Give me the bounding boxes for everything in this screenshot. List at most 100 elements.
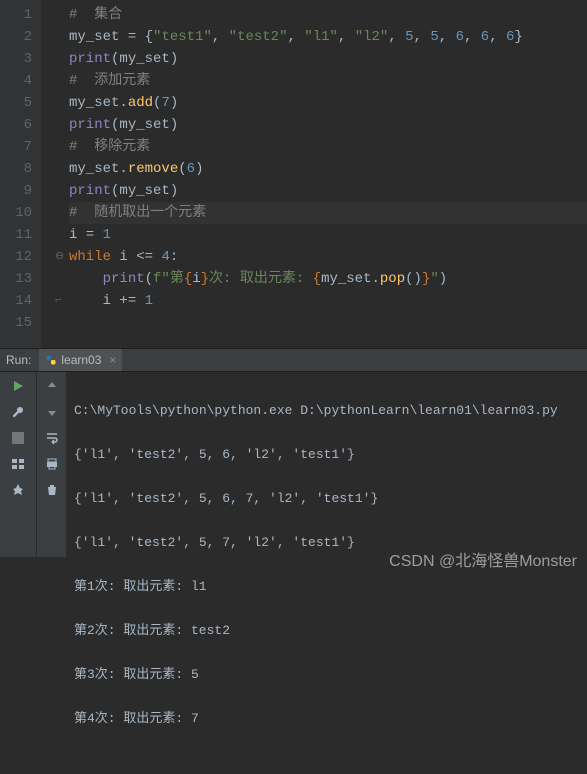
line-number: 2 bbox=[0, 26, 32, 48]
fstring-brace: { bbox=[184, 271, 192, 287]
string: "l1" bbox=[304, 29, 338, 45]
code-line-14[interactable]: ⌐ i += 1 bbox=[69, 290, 587, 312]
line-number: 13 bbox=[0, 268, 32, 290]
fstring-brace: { bbox=[313, 271, 321, 287]
console-line: {'l1', 'test2', 5, 6, 'l2', 'test1'} bbox=[74, 444, 579, 466]
print-icon[interactable] bbox=[44, 456, 60, 472]
paren: ) bbox=[439, 271, 447, 287]
comma: , bbox=[464, 29, 481, 45]
fold-end-icon[interactable]: ⌐ bbox=[55, 290, 62, 312]
paren: ( bbox=[178, 161, 186, 177]
identifier: my_set bbox=[119, 51, 169, 67]
operator: <= bbox=[128, 249, 162, 265]
brace: } bbox=[514, 29, 522, 45]
string: " bbox=[430, 271, 438, 287]
number: 5 bbox=[430, 29, 438, 45]
number: 5 bbox=[405, 29, 413, 45]
string: "test1" bbox=[153, 29, 212, 45]
builtin-func: print bbox=[103, 271, 145, 287]
method: pop bbox=[380, 271, 405, 287]
down-arrow-icon[interactable] bbox=[44, 404, 60, 420]
identifier: my_set bbox=[69, 161, 119, 177]
run-tab[interactable]: learn03 × bbox=[39, 349, 122, 371]
string: "test2" bbox=[229, 29, 288, 45]
identifier: i bbox=[192, 271, 200, 287]
code-line-2[interactable]: my_set = {"test1", "test2", "l1", "l2", … bbox=[69, 26, 587, 48]
code-line-15[interactable] bbox=[69, 312, 587, 334]
console-line: 第1次: 取出元素: l1 bbox=[74, 576, 579, 598]
comment-text: # 添加元素 bbox=[69, 73, 150, 89]
comma: , bbox=[212, 29, 229, 45]
console-line: 第2次: 取出元素: test2 bbox=[74, 620, 579, 642]
identifier: my_set bbox=[69, 29, 119, 45]
stop-icon[interactable] bbox=[10, 430, 26, 446]
number: 6 bbox=[481, 29, 489, 45]
run-left-toolbar-2 bbox=[36, 372, 66, 557]
console-line: {'l1', 'test2', 5, 6, 7, 'l2', 'test1'} bbox=[74, 488, 579, 510]
code-line-9[interactable]: print(my_set) bbox=[69, 180, 587, 202]
code-area[interactable]: # 集合 my_set = {"test1", "test2", "l1", "… bbox=[40, 0, 587, 348]
pin-icon[interactable] bbox=[10, 482, 26, 498]
console-line: 第4次: 取出元素: 7 bbox=[74, 708, 579, 730]
line-number: 11 bbox=[0, 224, 32, 246]
paren: ) bbox=[170, 183, 178, 199]
line-number: 12 bbox=[0, 246, 32, 268]
console-output[interactable]: C:\MyTools\python\python.exe D:\pythonLe… bbox=[66, 372, 587, 557]
code-line-11[interactable]: i = 1 bbox=[69, 224, 587, 246]
method: add bbox=[128, 95, 153, 111]
layout-icon[interactable] bbox=[10, 456, 26, 472]
code-line-1[interactable]: # 集合 bbox=[69, 4, 587, 26]
operator: = bbox=[119, 29, 144, 45]
paren: ) bbox=[170, 51, 178, 67]
trash-icon[interactable] bbox=[44, 482, 60, 498]
paren: ) bbox=[170, 95, 178, 111]
close-tab-icon[interactable]: × bbox=[109, 353, 116, 367]
editor-area: 1 2 3 4 5 6 7 8 9 10 11 12 13 14 15 # 集合… bbox=[0, 0, 587, 348]
code-line-12[interactable]: ⊖while i <= 4: bbox=[69, 246, 587, 268]
rerun-icon[interactable] bbox=[10, 378, 26, 394]
fold-marker-icon[interactable]: ⊖ bbox=[55, 246, 64, 268]
comma: , bbox=[287, 29, 304, 45]
builtin-func: print bbox=[69, 117, 111, 133]
identifier: i bbox=[103, 293, 111, 309]
code-line-10[interactable]: # 随机取出一个元素 bbox=[69, 202, 587, 224]
console-line: C:\MyTools\python\python.exe D:\pythonLe… bbox=[74, 400, 579, 422]
line-number: 5 bbox=[0, 92, 32, 114]
wrench-icon[interactable] bbox=[10, 404, 26, 420]
line-number: 10 bbox=[0, 202, 32, 224]
console-line: 第3次: 取出元素: 5 bbox=[74, 664, 579, 686]
code-line-4[interactable]: # 添加元素 bbox=[69, 70, 587, 92]
operator: = bbox=[77, 227, 102, 243]
run-panel: C:\MyTools\python\python.exe D:\pythonLe… bbox=[0, 372, 587, 557]
comment-text: # 集合 bbox=[69, 7, 122, 23]
code-line-5[interactable]: my_set.add(7) bbox=[69, 92, 587, 114]
run-left-toolbar bbox=[0, 372, 36, 557]
paren: () bbox=[405, 271, 422, 287]
string: "l2" bbox=[355, 29, 389, 45]
colon: : bbox=[170, 249, 178, 265]
line-number: 9 bbox=[0, 180, 32, 202]
code-line-7[interactable]: # 移除元素 bbox=[69, 136, 587, 158]
builtin-func: print bbox=[69, 51, 111, 67]
comma: , bbox=[388, 29, 405, 45]
run-header-bar: Run: learn03 × bbox=[0, 348, 587, 372]
comment-text: # 随机取出一个元素 bbox=[69, 205, 206, 221]
code-line-3[interactable]: print(my_set) bbox=[69, 48, 587, 70]
code-line-8[interactable]: my_set.remove(6) bbox=[69, 158, 587, 180]
string: 次: 取出元素: bbox=[209, 271, 313, 287]
number: 7 bbox=[161, 95, 169, 111]
string: f"第 bbox=[153, 271, 184, 287]
identifier: my_set bbox=[119, 183, 169, 199]
run-tab-label: learn03 bbox=[61, 353, 101, 367]
comment-text: # 移除元素 bbox=[69, 139, 150, 155]
gutter: 1 2 3 4 5 6 7 8 9 10 11 12 13 14 15 bbox=[0, 0, 40, 348]
up-arrow-icon[interactable] bbox=[44, 378, 60, 394]
line-number: 6 bbox=[0, 114, 32, 136]
code-line-13[interactable]: print(f"第{i}次: 取出元素: {my_set.pop()}") bbox=[69, 268, 587, 290]
comma: , bbox=[338, 29, 355, 45]
soft-wrap-icon[interactable] bbox=[44, 430, 60, 446]
keyword: while bbox=[69, 249, 111, 265]
code-line-6[interactable]: print(my_set) bbox=[69, 114, 587, 136]
number: 6 bbox=[456, 29, 464, 45]
line-number: 4 bbox=[0, 70, 32, 92]
